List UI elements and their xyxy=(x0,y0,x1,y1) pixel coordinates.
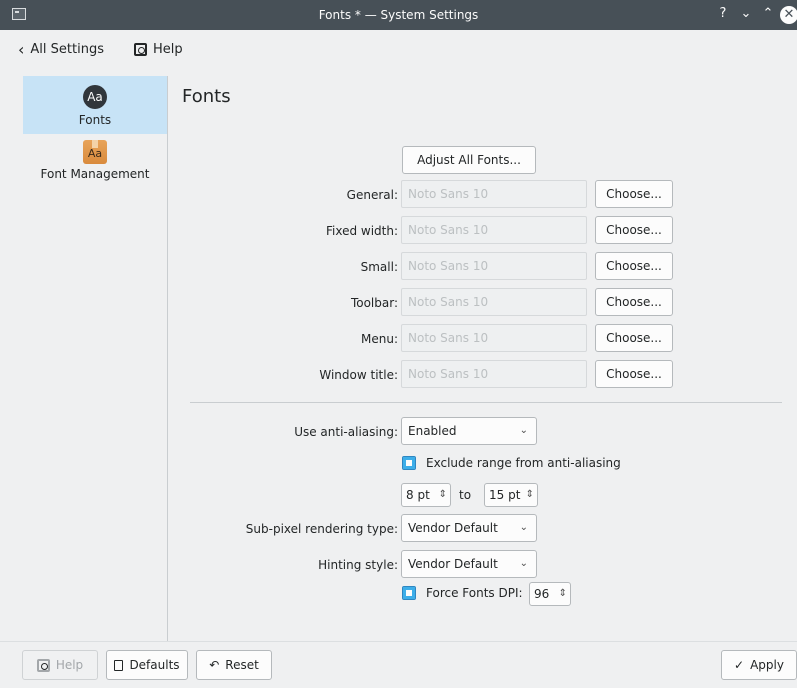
window-title: Fonts * — System Settings xyxy=(318,8,479,22)
window-title-font-field: Noto Sans 10 xyxy=(401,360,587,388)
fonts-icon: Aa xyxy=(83,85,107,109)
help-icon[interactable]: ? xyxy=(715,6,731,21)
maximize-icon[interactable]: ⌃ xyxy=(760,6,776,21)
general-font-field: Noto Sans 10 xyxy=(401,180,587,208)
exclude-from-spinbox[interactable]: 8 pt ⇕ xyxy=(401,483,451,507)
anti-aliasing-label: Use anti-aliasing: xyxy=(294,425,398,439)
small-label: Small: xyxy=(360,260,398,274)
force-dpi-checkbox[interactable]: Force Fonts DPI: xyxy=(402,586,523,600)
range-to-label: to xyxy=(459,488,472,502)
chevron-down-icon: ⌄ xyxy=(519,558,528,569)
bottom-button-bar: Help Defaults ↶ Reset ✓ Apply xyxy=(0,641,797,688)
defaults-button[interactable]: Defaults xyxy=(106,650,188,680)
adjust-all-fonts-button[interactable]: Adjust All Fonts... xyxy=(402,146,536,174)
sidebar-item-label: Fonts xyxy=(78,113,112,127)
spin-arrows-icon: ⇕ xyxy=(438,489,447,500)
sidebar-item-fonts[interactable]: Aa Fonts xyxy=(23,76,167,134)
help-nav-label: Help xyxy=(153,42,183,57)
document-icon xyxy=(114,659,124,671)
general-choose-button[interactable]: Choose... xyxy=(595,180,673,208)
apply-button-label: Apply xyxy=(750,658,784,672)
navigation-bar: ‹ All Settings Help xyxy=(0,30,797,72)
general-label: General: xyxy=(346,188,398,202)
help-nav-button[interactable]: Help xyxy=(134,42,183,57)
help-button[interactable]: Help xyxy=(22,650,98,680)
reset-button[interactable]: ↶ Reset xyxy=(196,650,272,680)
all-settings-button[interactable]: ‹ All Settings xyxy=(18,39,104,59)
help-icon xyxy=(36,658,50,672)
small-font-field: Noto Sans 10 xyxy=(401,252,587,280)
hinting-label: Hinting style: xyxy=(318,558,398,572)
exclude-to-spinbox[interactable]: 15 pt ⇕ xyxy=(484,483,538,507)
font-management-icon: Aa xyxy=(83,140,107,164)
undo-icon: ↶ xyxy=(209,658,220,672)
fixed-width-label: Fixed width: xyxy=(325,224,398,238)
window-title-label: Window title: xyxy=(319,368,398,382)
chevron-down-icon: ⌄ xyxy=(519,425,528,436)
sidebar-item-label: Font Management xyxy=(40,167,150,181)
checkmark-icon: ✓ xyxy=(734,658,745,672)
anti-aliasing-value: Enabled xyxy=(408,424,457,438)
spin-arrows-icon: ⇕ xyxy=(525,489,534,500)
subpixel-value: Vendor Default xyxy=(408,521,498,535)
spin-arrows-icon: ⇕ xyxy=(558,588,567,599)
sidebar: Aa Fonts Aa Font Management xyxy=(23,76,167,641)
menu-label: Menu: xyxy=(361,332,398,346)
exclude-from-value: 8 pt xyxy=(406,488,430,502)
anti-aliasing-combo[interactable]: Enabled ⌄ xyxy=(401,417,537,445)
hinting-combo[interactable]: Vendor Default ⌄ xyxy=(401,550,537,578)
menu-font-field: Noto Sans 10 xyxy=(401,324,587,352)
subpixel-combo[interactable]: Vendor Default ⌄ xyxy=(401,514,537,542)
exclude-to-value: 15 pt xyxy=(489,488,521,502)
exclude-range-label: Exclude range from anti-aliasing xyxy=(426,456,621,470)
window-title-choose-button[interactable]: Choose... xyxy=(595,360,673,388)
menu-choose-button[interactable]: Choose... xyxy=(595,324,673,352)
toolbar-font-field: Noto Sans 10 xyxy=(401,288,587,316)
sidebar-item-font-management[interactable]: Aa Font Management xyxy=(23,136,167,188)
force-dpi-label: Force Fonts DPI: xyxy=(426,586,523,600)
hinting-value: Vendor Default xyxy=(408,557,498,571)
chevron-down-icon: ⌄ xyxy=(519,522,528,533)
toolbar-label: Toolbar: xyxy=(350,296,398,310)
minimize-icon[interactable]: ⌄ xyxy=(738,6,754,21)
force-dpi-value: 96 xyxy=(534,587,550,601)
help-icon xyxy=(134,43,147,56)
chevron-left-icon: ‹ xyxy=(18,39,25,59)
main-content: Fonts Adjust All Fonts... General: Noto … xyxy=(168,76,797,641)
force-dpi-spinbox[interactable]: 96 ⇕ xyxy=(529,582,571,606)
fixed-width-choose-button[interactable]: Choose... xyxy=(595,216,673,244)
toolbar-choose-button[interactable]: Choose... xyxy=(595,288,673,316)
help-button-label: Help xyxy=(55,658,84,672)
apply-button[interactable]: ✓ Apply xyxy=(721,650,797,680)
checkbox-checked-icon xyxy=(402,456,416,470)
defaults-button-label: Defaults xyxy=(129,658,180,672)
reset-button-label: Reset xyxy=(225,658,259,672)
small-choose-button[interactable]: Choose... xyxy=(595,252,673,280)
page-title: Fonts xyxy=(182,86,231,107)
checkbox-checked-icon xyxy=(402,586,416,600)
exclude-range-checkbox[interactable]: Exclude range from anti-aliasing xyxy=(402,456,621,470)
fixed-width-font-field: Noto Sans 10 xyxy=(401,216,587,244)
section-divider xyxy=(190,402,782,403)
window-titlebar: Fonts * — System Settings ? ⌄ ⌃ ✕ xyxy=(0,0,797,30)
all-settings-label: All Settings xyxy=(30,42,104,57)
subpixel-label: Sub-pixel rendering type: xyxy=(245,522,398,536)
close-icon[interactable]: ✕ xyxy=(780,6,797,24)
